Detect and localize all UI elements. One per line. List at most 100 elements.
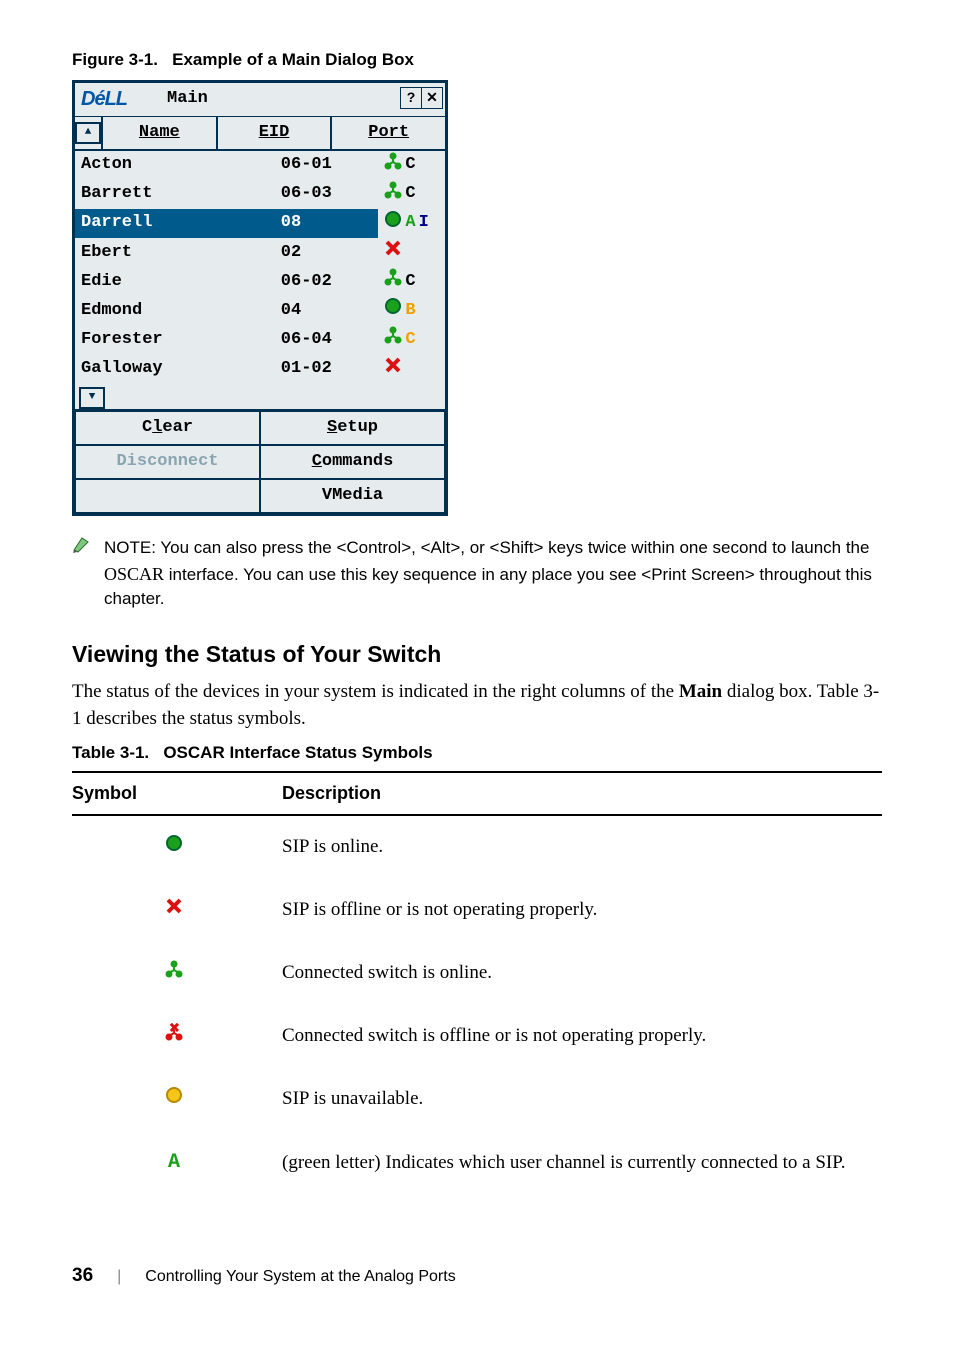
device-port: 06-01 (275, 151, 379, 180)
symbol-cell (72, 879, 282, 942)
dialog-titlebar: DéLL Main ?✕ (75, 83, 445, 116)
device-status: A I (378, 209, 445, 238)
device-name: Darrell (75, 209, 275, 238)
table-row: Connected switch is online. (72, 942, 882, 1005)
status-symbols-table: Symbol Description SIP is online.SIP is … (72, 771, 882, 1196)
device-port: 04 (275, 296, 379, 325)
setup-button[interactable]: Setup (260, 411, 445, 445)
help-button[interactable]: ? (400, 87, 422, 109)
table-row[interactable]: Ebert02 (75, 238, 445, 267)
status-letter: C (405, 328, 415, 352)
table-row: SIP is unavailable. (72, 1068, 882, 1131)
tree-green-icon (384, 268, 402, 295)
section-body: The status of the devices in your system… (72, 679, 882, 733)
status-letter: C (405, 153, 415, 177)
note-oscar: OSCAR (104, 564, 164, 584)
table-row[interactable]: Edmond04 B (75, 296, 445, 325)
device-status: C (378, 267, 445, 296)
circle-green-icon (384, 297, 402, 324)
device-status: C (378, 325, 445, 354)
description-cell: SIP is online. (282, 815, 882, 879)
table-label: Table 3-1. (72, 743, 149, 762)
commands-button[interactable]: Commands (260, 445, 445, 479)
dialog-button-bar: Clear Setup Disconnect Commands VMedia (75, 409, 445, 513)
figure-caption: Figure 3-1. Example of a Main Dialog Box (72, 48, 882, 72)
symbol-cell (72, 942, 282, 1005)
symbol-cell (72, 1068, 282, 1131)
dell-logo: DéLL (81, 85, 127, 113)
table-row: Connected switch is offline or is not op… (72, 1005, 882, 1068)
tree-green-icon (384, 181, 402, 208)
table-row[interactable]: Acton06-01 C (75, 151, 445, 180)
table-row[interactable]: Forester06-04 C (75, 325, 445, 354)
description-cell: SIP is unavailable. (282, 1068, 882, 1131)
tab-name[interactable]: Name (103, 117, 218, 149)
device-name: Barrett (75, 180, 275, 209)
table-row[interactable]: Galloway01-02 (75, 355, 445, 384)
symbol-cell (72, 815, 282, 879)
note-icon (72, 536, 92, 565)
device-status (378, 238, 445, 267)
table-row: A(green letter) Indicates which user cha… (72, 1131, 882, 1195)
clear-button[interactable]: Clear (75, 411, 260, 445)
table-row[interactable]: Barrett06-03C (75, 180, 445, 209)
status-letter: I (419, 211, 429, 235)
device-name: Edmond (75, 296, 275, 325)
main-dialog: DéLL Main ?✕ ▲ Name EID Port Acton06-01 C… (72, 80, 448, 516)
status-letter: C (405, 182, 415, 206)
description-cell: Connected switch is online. (282, 942, 882, 1005)
device-name: Ebert (75, 238, 275, 267)
footer-title: Controlling Your System at the Analog Po… (145, 1266, 455, 1289)
tree-green-icon (384, 326, 402, 353)
status-letter: C (405, 270, 415, 294)
note-body-after: interface. You can use this key sequence… (104, 565, 872, 609)
device-table: Acton06-01CBarrett06-03CDarrell08A IEber… (75, 151, 445, 409)
note-block: NOTE: You can also press the <Control>, … (72, 536, 882, 612)
status-letter: A (405, 211, 415, 235)
table-title: OSCAR Interface Status Symbols (163, 743, 432, 762)
symbol-cell: A (72, 1131, 282, 1195)
device-port: 06-02 (275, 267, 379, 296)
figure-label: Figure 3-1. (72, 50, 158, 69)
table-row: SIP is offline or is not operating prope… (72, 879, 882, 942)
page-footer: 36 | Controlling Your System at the Anal… (72, 1263, 882, 1290)
device-name: Forester (75, 325, 275, 354)
footer-divider: | (117, 1266, 121, 1289)
note-text: NOTE: You can also press the <Control>, … (104, 536, 882, 612)
close-button[interactable]: ✕ (421, 87, 443, 109)
device-status: C (378, 180, 445, 209)
blank-cell (75, 479, 260, 513)
device-name: Acton (75, 151, 275, 180)
figure-title: Example of a Main Dialog Box (172, 50, 414, 69)
table-row: SIP is online. (72, 815, 882, 879)
scroll-down-button[interactable]: ▼ (79, 387, 105, 409)
scroll-up-button[interactable]: ▲ (75, 122, 101, 144)
device-status: B (378, 296, 445, 325)
note-label: NOTE: (104, 538, 156, 557)
section-heading: Viewing the Status of Your Switch (72, 638, 882, 671)
description-cell: SIP is offline or is not operating prope… (282, 879, 882, 942)
device-name: Galloway (75, 355, 275, 384)
device-port: 02 (275, 238, 379, 267)
x-red-icon (384, 356, 402, 383)
device-status: C (378, 151, 445, 180)
note-body-before: You can also press the <Control>, <Alt>,… (160, 538, 869, 557)
x-red-icon (384, 239, 402, 266)
vmedia-button[interactable]: VMedia (260, 479, 445, 513)
column-tabs: ▲ Name EID Port (75, 117, 445, 151)
table-caption: Table 3-1. OSCAR Interface Status Symbol… (72, 741, 882, 765)
tab-eid[interactable]: EID (218, 117, 333, 149)
table-row[interactable]: Darrell08A I (75, 209, 445, 238)
table-row[interactable]: Edie06-02 C (75, 267, 445, 296)
tree-green-icon (384, 152, 402, 179)
device-port: 08 (275, 209, 379, 238)
device-name: Edie (75, 267, 275, 296)
circle-green-icon (384, 210, 402, 237)
symbol-cell (72, 1005, 282, 1068)
status-letter: B (405, 299, 415, 323)
th-description: Description (282, 772, 882, 816)
th-symbol: Symbol (72, 772, 282, 816)
description-cell: Connected switch is offline or is not op… (282, 1005, 882, 1068)
tab-port[interactable]: Port (332, 117, 445, 149)
device-port: 06-04 (275, 325, 379, 354)
